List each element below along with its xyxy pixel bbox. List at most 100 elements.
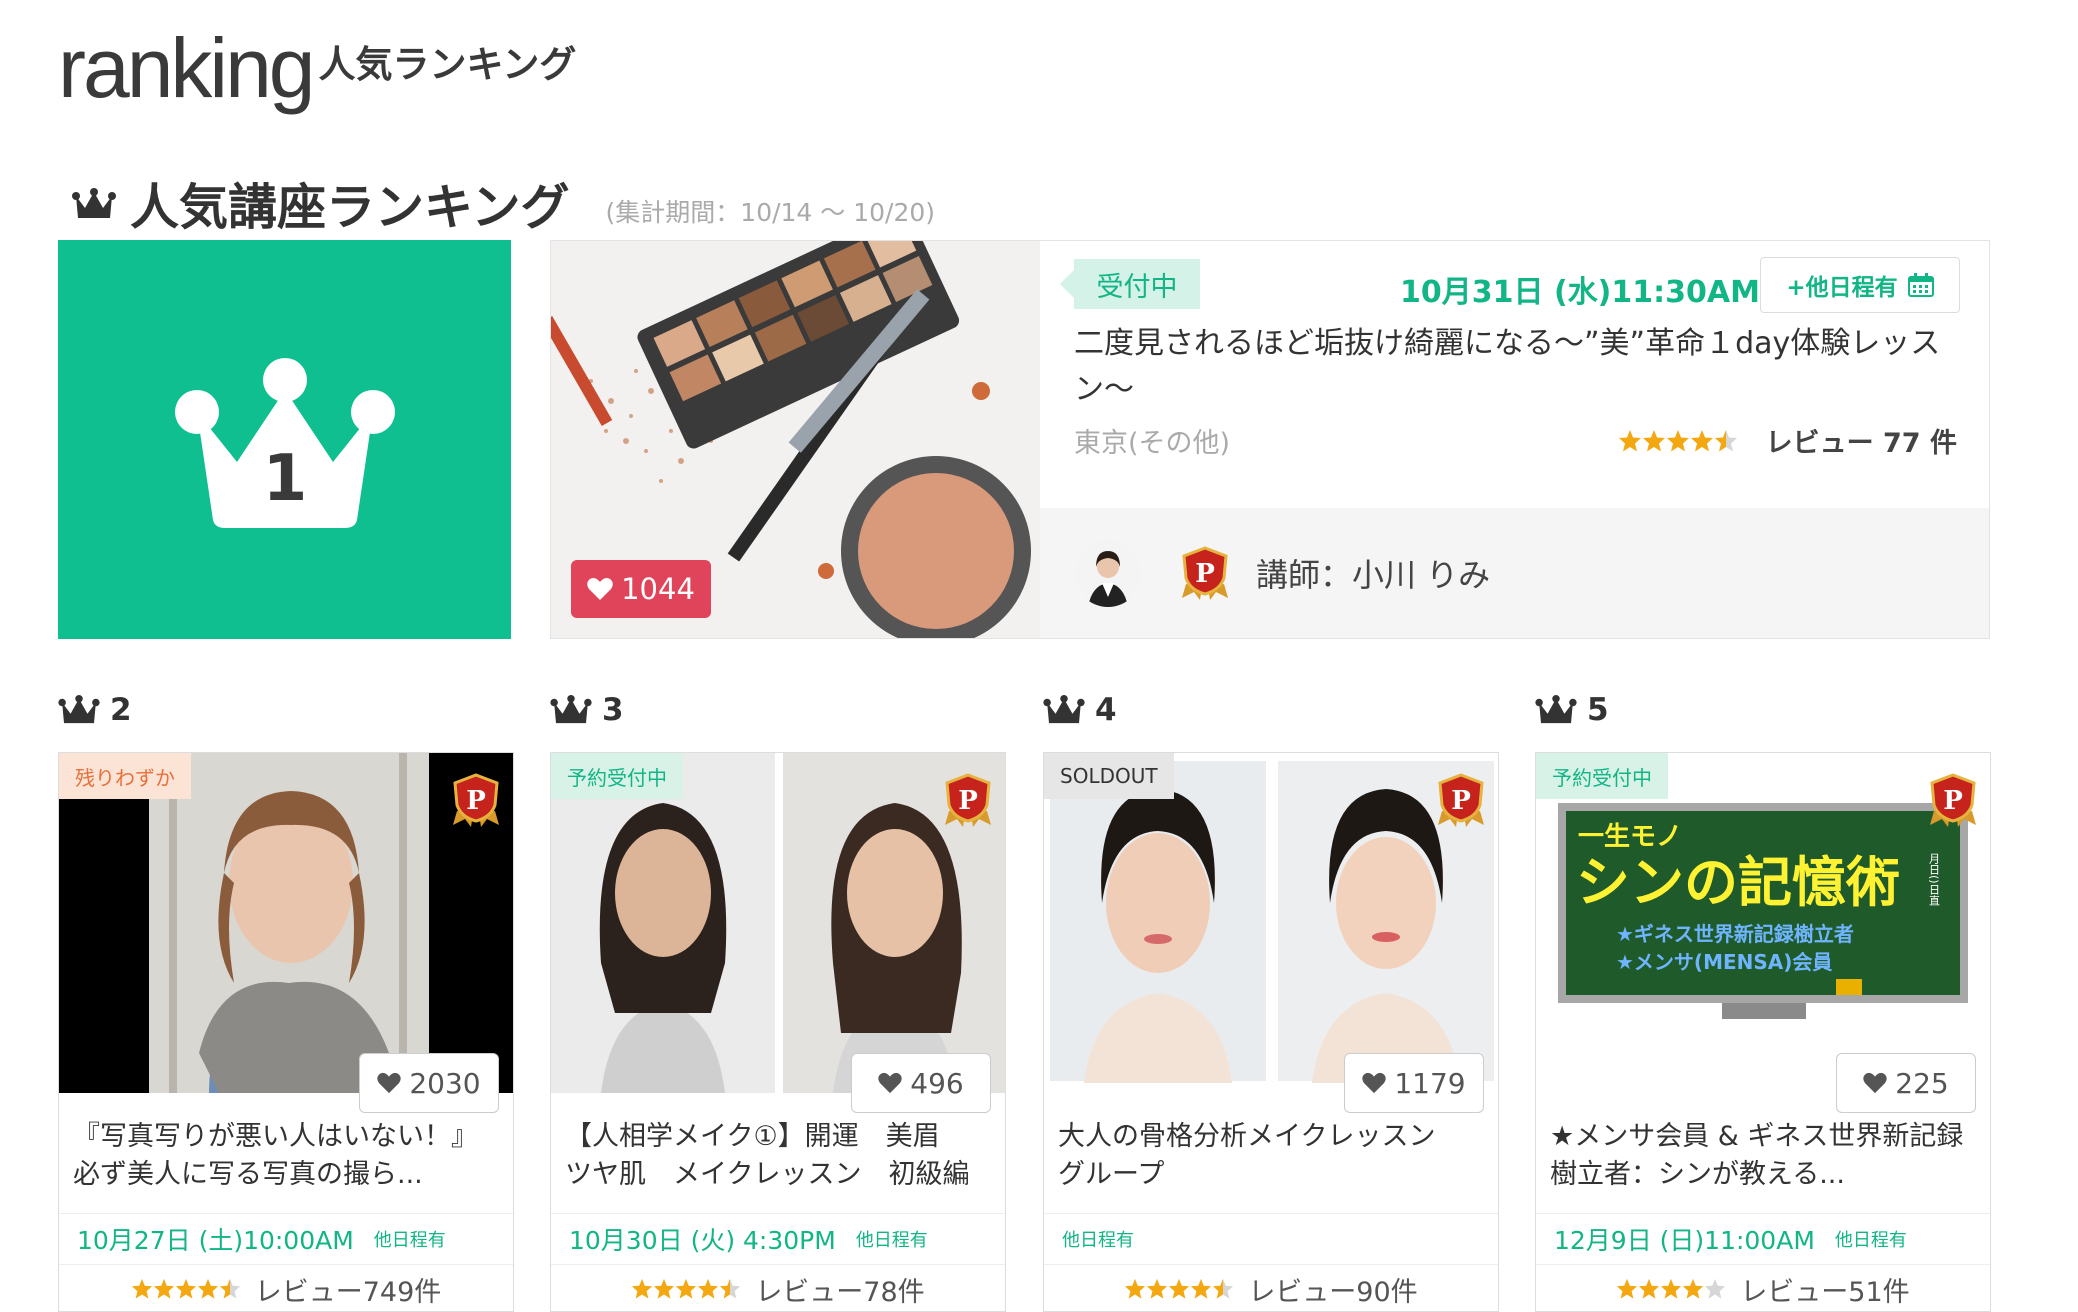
other-dates-label: 他日程有 [855,1230,928,1251]
other-dates-label: +他日程有 [1786,275,1898,301]
course-schedule: 他日程有 [1044,1213,1498,1265]
instructor-name[interactable]: 講師：小川 りみ [1256,550,1490,596]
heart-icon [377,1072,402,1094]
course-card[interactable]: 残りわずか P 2030 『写真写りが悪い人はいない！』必ず美人に写る写真の撮ら… [58,752,514,1312]
ranking-logo: ranking [58,21,316,115]
heart-icon [878,1072,902,1094]
course-schedule: 12月9日 (日)11:00AM 他日程有 [1536,1213,1990,1265]
rank-number: 1 [262,442,307,516]
premium-medal-icon: P [945,773,991,827]
rank-1-badge: 1 [58,240,511,639]
star-icon [632,1278,653,1299]
star-icon [197,1278,218,1299]
before-after-photo [551,753,1005,1093]
premium-medal-icon: P [453,773,499,827]
course-date: 10月27日 (土)10:00AM [77,1226,354,1255]
like-count: 1044 [621,572,695,606]
svg-text:P: P [1195,559,1215,589]
rank-5-label: 5 [1535,692,1609,728]
rank-2-label: 2 [58,692,132,728]
course-date: 10月31日 (水)11:30AM [1400,275,1760,310]
crown-icon [58,695,100,724]
board-line-2: ★メンサ(MENSA)会員 [1616,950,1832,974]
review-count: レビュー78件 [755,1276,925,1308]
star-icon [1639,1278,1660,1299]
star-icon [219,1278,240,1299]
like-button[interactable]: 496 [851,1053,991,1113]
rank-1-card[interactable]: 1044 受付中 10月31日 (水)11:30AM +他日程有 二度見されるほ… [550,240,1990,639]
like-button[interactable]: 1044 [571,560,711,618]
crown-icon [72,187,116,218]
star-icon [676,1278,697,1299]
other-dates-label: 他日程有 [1062,1230,1134,1251]
review-count: レビュー 77 件 [1765,428,1957,459]
review-summary: レビュー 77 件 [1618,421,1957,460]
svg-text:P: P [1451,786,1471,816]
course-title[interactable]: 二度見されるほど垢抜け綺麗になる〜”美”革命１day体験レッスン〜 [1074,321,1954,413]
aggregation-period: (集計期間：10/14 〜 10/20) [605,197,936,227]
like-count: 2030 [409,1066,481,1100]
star-rating [1124,1278,1234,1300]
course-image[interactable]: 一生モノ シンの記憶術 ★ギネス世界新記録樹立者 ★メンサ(MENSA)会員 月… [1536,753,1990,1093]
heart-icon [587,578,613,600]
svg-text:P: P [1943,786,1963,816]
blackboard-image: 一生モノ シンの記憶術 ★ギネス世界新記録樹立者 ★メンサ(MENSA)会員 月… [1536,753,1990,1093]
review-summary: レビュー90件 [1044,1265,1498,1311]
star-icon [153,1278,174,1299]
review-count: レビュー90件 [1248,1276,1418,1308]
rank-number: 4 [1095,692,1117,728]
rank-number: 5 [1587,692,1609,728]
svg-text:P: P [958,786,978,816]
svg-text:P: P [466,786,486,816]
status-badge: 予約受付中 [551,753,683,799]
status-badge: SOLDOUT [1044,753,1174,799]
review-summary: レビュー51件 [1536,1265,1990,1311]
course-image[interactable]: 予約受付中 P [551,753,1005,1093]
course-schedule: 10月27日 (土)10:00AM 他日程有 [59,1213,513,1265]
course-card[interactable]: 一生モノ シンの記憶術 ★ギネス世界新記録樹立者 ★メンサ(MENSA)会員 月… [1535,752,1991,1312]
like-button[interactable]: 2030 [359,1053,499,1113]
course-image[interactable]: 残りわずか P [59,753,513,1093]
star-icon [1714,429,1737,451]
crown-icon [550,695,592,724]
status-badge: 残りわずか [59,753,191,799]
course-title[interactable]: ★メンサ会員 & ギネス世界新記録樹立者：シンが教える... [1550,1118,1976,1194]
course-title[interactable]: 【人相学メイク①】開運 美眉 ツヤ肌 メイクレッスン 初級編 [565,1118,991,1194]
heart-icon [1863,1072,1887,1094]
star-rating [631,1278,741,1300]
like-count: 1179 [1394,1066,1466,1100]
like-button[interactable]: 225 [1836,1053,1976,1113]
review-summary: レビュー749件 [59,1265,513,1311]
course-title[interactable]: 大人の骨格分析メイクレッスン グループ [1058,1118,1484,1194]
crown-icon [1043,695,1085,724]
course-image-makeup[interactable]: 1044 [551,241,1040,638]
course-date: 10月30日 (火) 4:30PM [569,1226,836,1255]
course-location: 東京(その他) [1074,428,1231,459]
course-card[interactable]: SOLDOUT P 1179 大人の骨格分析メイクレッスン グループ 他日程有 … [1043,752,1499,1312]
star-rating [131,1278,241,1300]
instructor-row[interactable]: P 講師：小川 りみ [1040,508,1989,638]
star-icon [720,1278,741,1299]
section-title: 人気講座ランキング [130,179,570,236]
like-button[interactable]: 1179 [1344,1053,1484,1113]
instructor-avatar[interactable] [1074,539,1142,607]
course-image[interactable]: SOLDOUT P [1044,753,1498,1093]
star-icon [1213,1278,1234,1299]
star-icon [1618,429,1641,451]
like-count: 496 [910,1066,964,1100]
star-icon [175,1278,196,1299]
star-icon [1169,1278,1190,1299]
other-dates-button[interactable]: +他日程有 [1760,257,1960,313]
review-count: レビュー51件 [1740,1276,1910,1308]
rank-4-label: 4 [1043,692,1117,728]
review-count: レビュー749件 [254,1276,442,1308]
course-card[interactable]: 予約受付中 P 496 【人相学メイク①】開運 美眉 ツヤ肌 メイクレッスン 初… [550,752,1006,1312]
star-icon [131,1278,152,1299]
course-info: 受付中 10月31日 (水)11:30AM +他日程有 二度見されるほど垢抜け綺… [1040,241,1989,508]
page-header: ranking 人気ランキング [58,10,576,110]
other-dates-label: 他日程有 [373,1230,446,1251]
before-after-photo [1044,753,1498,1093]
star-icon [1617,1278,1638,1299]
course-title[interactable]: 『写真写りが悪い人はいない！』必ず美人に写る写真の撮ら... [73,1118,499,1194]
heart-icon [1362,1072,1387,1094]
